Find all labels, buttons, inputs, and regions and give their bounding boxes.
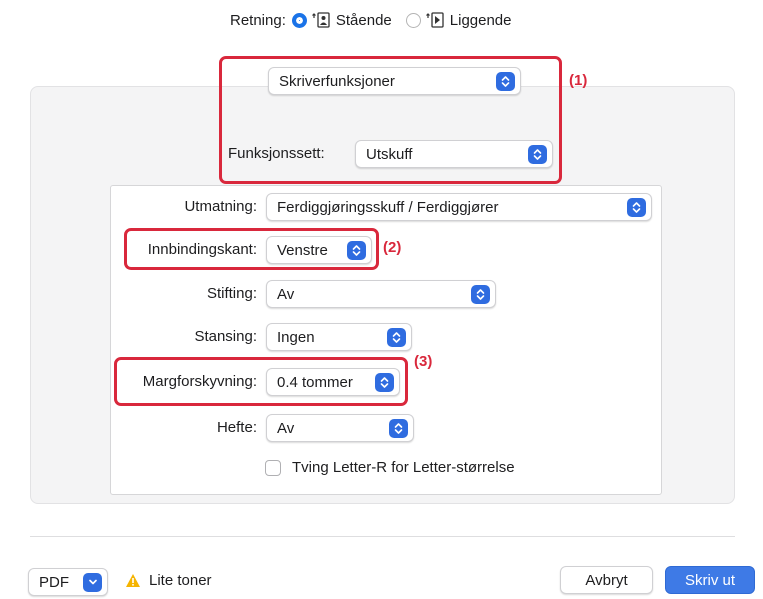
chevron-updown-icon: [627, 197, 646, 217]
portrait-radio[interactable]: [291, 12, 307, 28]
chevron-down-icon: [83, 572, 102, 592]
print-button[interactable]: Skriv ut: [665, 566, 755, 594]
pdf-menu-button[interactable]: PDF: [28, 568, 108, 596]
output-value: Ferdiggjøringsskuff / Ferdiggjører: [277, 198, 499, 216]
force-letter-r-label: Tving Letter-R for Letter-størrelse: [292, 459, 515, 476]
highlight-box-1: [219, 56, 562, 184]
callout-2: (2): [383, 239, 402, 256]
chevron-updown-icon: [387, 327, 406, 347]
highlight-box-3: [114, 357, 408, 406]
landscape-label: Liggende: [449, 11, 512, 29]
portrait-orientation-icon: [311, 12, 330, 28]
portrait-label: Stående: [335, 11, 392, 29]
low-toner-warning: Lite toner: [125, 572, 212, 589]
warning-text: Lite toner: [149, 572, 212, 589]
punching-value: Ingen: [277, 328, 315, 346]
stapling-select[interactable]: Av: [266, 280, 496, 308]
orientation-row: Retning: Stående Liggende: [230, 8, 512, 32]
orientation-label: Retning:: [230, 11, 286, 29]
landscape-orientation-icon: [425, 12, 444, 28]
highlight-box-2: [124, 228, 379, 270]
footer-divider: [30, 536, 735, 537]
stapling-value: Av: [277, 285, 295, 303]
output-label: Utmatning:: [184, 198, 257, 215]
punching-select[interactable]: Ingen: [266, 323, 412, 351]
chevron-updown-icon: [389, 418, 408, 438]
landscape-radio[interactable]: [405, 12, 421, 28]
stapling-label: Stifting:: [206, 285, 257, 302]
punching-label: Stansing:: [194, 328, 257, 345]
output-select[interactable]: Ferdiggjøringsskuff / Ferdiggjører: [266, 193, 652, 221]
cancel-button[interactable]: Avbryt: [560, 566, 653, 594]
booklet-select[interactable]: Av: [266, 414, 414, 442]
callout-3: (3): [414, 353, 433, 370]
warning-icon: [126, 574, 140, 587]
booklet-value: Av: [277, 419, 295, 437]
force-letter-r-checkbox[interactable]: [265, 460, 281, 476]
pdf-label: PDF: [39, 573, 69, 591]
booklet-label: Hefte:: [216, 419, 257, 436]
callout-1: (1): [569, 72, 588, 89]
chevron-updown-icon: [471, 284, 490, 304]
